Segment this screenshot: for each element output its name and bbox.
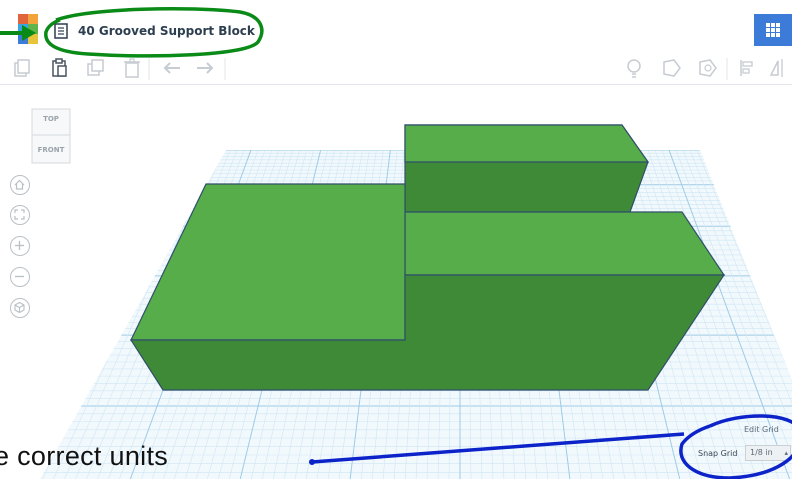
annotation-layer <box>0 6 792 479</box>
tinkercad-editor: 40 Grooved Support Block TOP FRONT Edit … <box>0 0 792 479</box>
connector-dot <box>309 459 315 465</box>
annotation-connector <box>311 432 685 464</box>
title-highlight-circle <box>44 6 264 58</box>
snap-grid-highlight-circle <box>679 414 792 479</box>
green-arrow-icon <box>0 25 36 41</box>
